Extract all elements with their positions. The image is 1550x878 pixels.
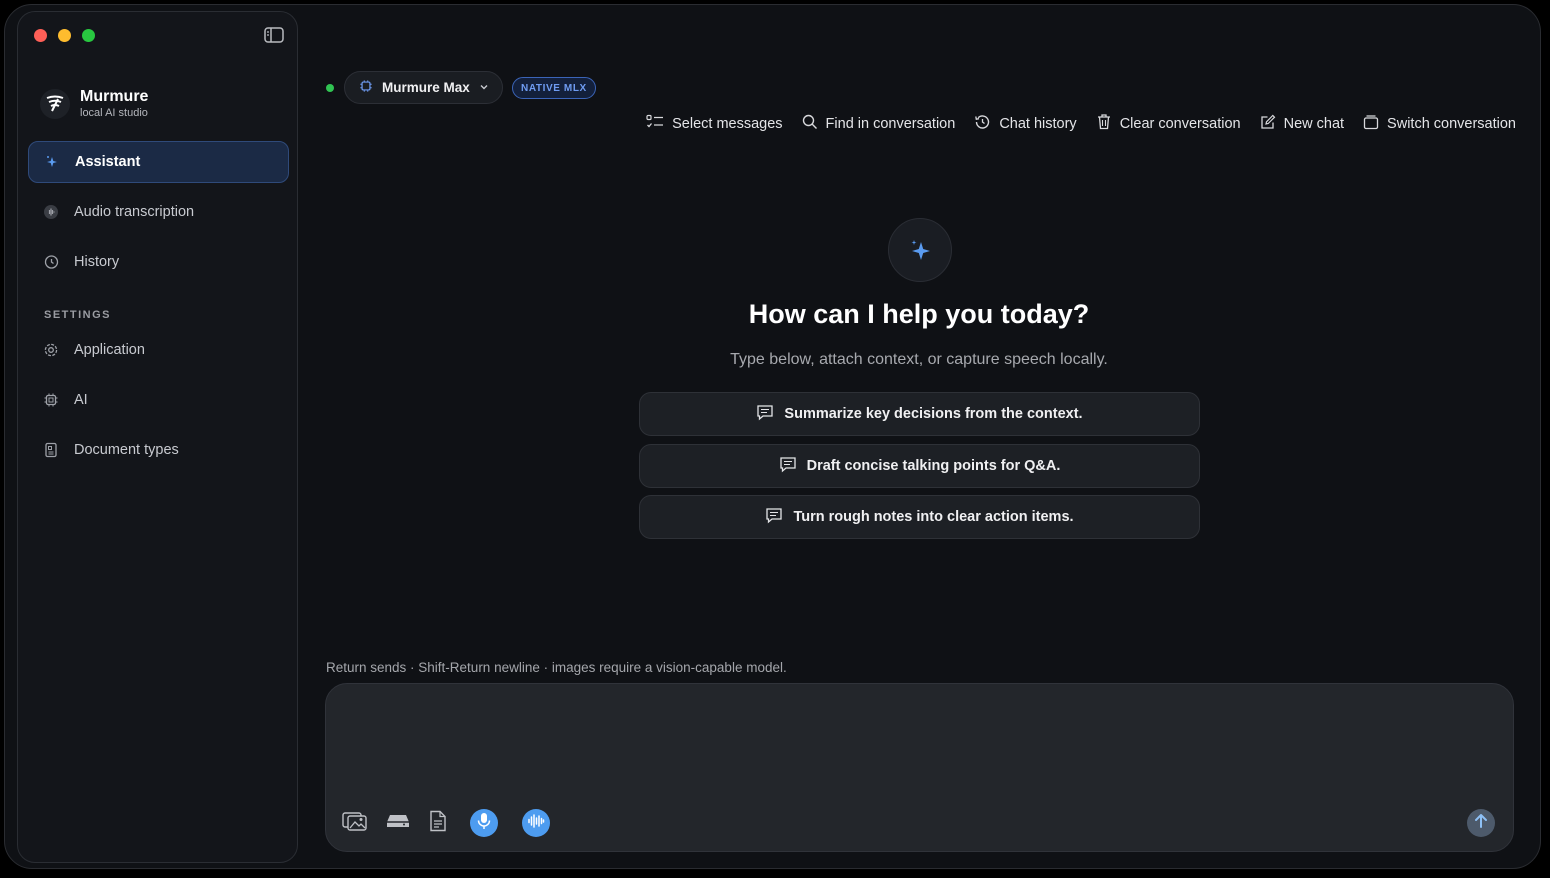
chat-bubble-icon (756, 404, 774, 425)
arrow-up-icon (1474, 813, 1488, 834)
sidebar-item-label: Assistant (75, 154, 141, 170)
sidebar-item-assistant[interactable]: Assistant (28, 141, 289, 183)
search-icon (802, 114, 818, 134)
message-input[interactable] (342, 698, 1492, 794)
send-button[interactable] (1467, 809, 1495, 837)
window-controls (34, 29, 95, 42)
sidebar-item-application[interactable]: Application (28, 329, 289, 371)
chip-icon (359, 79, 373, 96)
sidebar-item-ai[interactable]: AI (28, 379, 289, 421)
composer-hint: Return sends · Shift-Return newline · im… (326, 660, 787, 675)
find-in-conversation-label: Find in conversation (825, 115, 956, 132)
suggestion-button[interactable]: Turn rough notes into clear action items… (639, 495, 1200, 539)
sidebar-item-label: Application (74, 342, 145, 358)
message-composer (325, 683, 1514, 852)
microphone-icon (476, 812, 492, 835)
sidebar-item-label: History (74, 254, 120, 270)
sidebar-item-audio-transcription[interactable]: Audio transcription (28, 191, 289, 233)
runtime-badge: NATIVE MLX (512, 77, 596, 99)
attach-storage-button[interactable] (384, 809, 412, 837)
clear-conversation-label: Clear conversation (1119, 115, 1241, 132)
chevron-down-icon (479, 80, 489, 95)
sidebar-item-history[interactable]: History (28, 241, 289, 283)
attach-image-button[interactable] (341, 809, 369, 837)
sidebar-item-label: AI (74, 392, 88, 408)
document-icon (42, 441, 60, 459)
close-window-button[interactable] (34, 29, 47, 42)
live-transcription-button[interactable] (522, 809, 550, 837)
sidebar: Murmure local AI studio Assistant Audio … (17, 11, 298, 863)
switch-conversation-button[interactable]: Switch conversation (1363, 114, 1516, 134)
sidebar-item-document-types[interactable]: Document types (28, 429, 289, 471)
switch-conversation-label: Switch conversation (1387, 115, 1516, 132)
photos-icon (342, 810, 368, 837)
record-audio-button[interactable] (470, 809, 498, 837)
model-selector[interactable]: Murmure Max (344, 71, 503, 104)
brand-subtitle: local AI studio (80, 107, 148, 119)
waveform-icon (42, 203, 60, 221)
attach-document-button[interactable] (424, 809, 452, 837)
drive-icon (386, 812, 410, 835)
waveform-icon (527, 813, 545, 834)
empty-state-title: How can I help you today? (748, 299, 1090, 329)
chat-history-label: Chat history (999, 115, 1077, 132)
model-status-indicator (326, 84, 334, 92)
select-messages-button[interactable]: Select messages (646, 114, 783, 134)
suggestion-button[interactable]: Draft concise talking points for Q&A. (639, 444, 1200, 488)
sidebar-item-label: Audio transcription (74, 204, 195, 220)
compose-icon (1260, 114, 1276, 134)
new-chat-label: New chat (1283, 115, 1345, 132)
chat-bubble-icon (765, 507, 783, 528)
brand: Murmure local AI studio (40, 88, 148, 120)
sparkle-icon (888, 218, 952, 282)
trash-icon (1096, 113, 1112, 134)
chat-bubble-icon (779, 456, 797, 477)
conversation-toolbar: Select messages Find in conversation Cha… (646, 113, 1516, 134)
sparkle-icon (43, 153, 61, 171)
empty-state-subtitle: Type below, attach context, or capture s… (730, 351, 1108, 368)
suggestion-button[interactable]: Summarize key decisions from the context… (639, 392, 1200, 436)
clock-history-icon (974, 114, 991, 134)
settings-section-label: SETTINGS (44, 309, 112, 321)
chat-history-button[interactable]: Chat history (974, 114, 1077, 134)
sidebar-toggle-icon[interactable] (264, 27, 284, 43)
app-window: Murmure local AI studio Assistant Audio … (4, 4, 1541, 869)
clock-history-icon (42, 253, 60, 271)
brand-title: Murmure (80, 88, 149, 105)
chip-icon (42, 391, 60, 409)
gear-icon (42, 341, 60, 359)
clear-conversation-button[interactable]: Clear conversation (1096, 113, 1241, 134)
murmure-logo-icon (40, 89, 70, 119)
stack-icon (1363, 114, 1379, 134)
select-messages-label: Select messages (672, 115, 783, 132)
find-in-conversation-button[interactable]: Find in conversation (802, 114, 956, 134)
checklist-icon (646, 114, 664, 134)
suggestion-label: Draft concise talking points for Q&A. (806, 458, 1061, 474)
suggestion-label: Summarize key decisions from the context… (784, 406, 1083, 422)
new-chat-button[interactable]: New chat (1260, 114, 1344, 134)
minimize-window-button[interactable] (58, 29, 71, 42)
suggestion-label: Turn rough notes into clear action items… (793, 509, 1074, 525)
document-icon (429, 810, 447, 837)
sidebar-item-label: Document types (74, 442, 179, 458)
zoom-window-button[interactable] (82, 29, 95, 42)
model-name: Murmure Max (382, 80, 470, 95)
